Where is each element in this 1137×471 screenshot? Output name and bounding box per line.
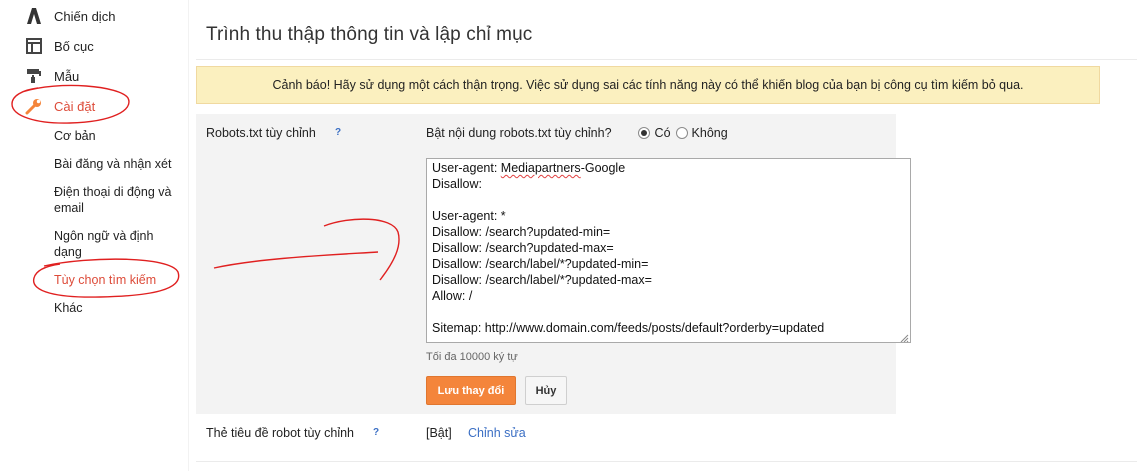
- robots-enable-row: Bật nội dung robots.txt tùy chỉnh? Có Kh…: [426, 126, 728, 140]
- radio-no-label[interactable]: Không: [692, 126, 728, 140]
- radio-yes[interactable]: [637, 127, 650, 139]
- robots-line: [432, 192, 905, 208]
- robots-line: Disallow: /search/label/*?updated-min=: [432, 257, 649, 271]
- save-button[interactable]: Lưu thay đổi: [426, 376, 516, 405]
- robot-header-help-icon[interactable]: ?: [373, 427, 379, 438]
- robot-header-edit-link[interactable]: Chỉnh sửa: [468, 426, 526, 440]
- warning-text: Cảnh báo! Hãy sử dụng một cách thận trọn…: [272, 78, 1024, 92]
- sidebar-divider: [188, 0, 189, 471]
- robots-line: [432, 304, 905, 320]
- sidebar-item-label: Mẫu: [54, 68, 80, 84]
- sidebar-item-label: Bố cục: [54, 38, 94, 54]
- sidebar-item-label: Cài đặt: [54, 98, 96, 114]
- max-chars-hint: Tối đa 10000 ký tự: [426, 351, 518, 363]
- robots-line: Disallow:: [432, 177, 483, 191]
- sidebar-subitem-other[interactable]: Khác: [54, 300, 83, 316]
- sidebar-item-campaign[interactable]: Chiến dịch: [0, 4, 180, 28]
- layout-icon: [25, 37, 43, 55]
- sidebar-subitem-mobile-email[interactable]: Điện thoại di động và email: [54, 184, 184, 216]
- sidebar-item-layout[interactable]: Bố cục: [0, 34, 180, 58]
- page-title: Trình thu thập thông tin và lập chỉ mục: [206, 24, 533, 45]
- cancel-button[interactable]: Hủy: [525, 376, 567, 405]
- sidebar-item-settings[interactable]: Cài đặt: [0, 94, 180, 118]
- robots-textarea[interactable]: User-agent: Mediapartners-Google Disallo…: [426, 158, 911, 343]
- robots-line: User-agent: *: [432, 209, 506, 223]
- bottom-divider: [196, 461, 1137, 462]
- robots-line: Allow: /: [432, 289, 473, 303]
- template-icon: [25, 67, 43, 85]
- robot-header-status: [Bật]: [426, 426, 452, 440]
- robots-line: Disallow: /search?updated-min=: [432, 225, 611, 239]
- robots-line-suffix: -Google: [580, 161, 626, 175]
- robots-line: Sitemap: http://www.domain.com/feeds/pos…: [432, 321, 825, 335]
- radio-yes-label[interactable]: Có: [655, 126, 671, 140]
- robots-line: Disallow: /search/label/*?updated-max=: [432, 273, 652, 287]
- robots-line: User-agent: Mediapartners-Google: [432, 160, 905, 176]
- robots-enable-question: Bật nội dung robots.txt tùy chỉnh?: [426, 126, 612, 140]
- sidebar-subitem-posts-comments[interactable]: Bài đăng và nhận xét: [54, 156, 171, 172]
- robot-header-label: Thẻ tiêu đề robot tùy chỉnh: [206, 426, 355, 440]
- sidebar-subitem-language-format[interactable]: Ngôn ngữ và định dạng: [54, 228, 166, 260]
- sidebar-subitem-search-preferences[interactable]: Tùy chọn tìm kiếm: [54, 272, 156, 288]
- campaign-icon: [25, 7, 43, 25]
- spellcheck-word: Mediapartners: [500, 161, 581, 175]
- sidebar-item-label: Chiến dịch: [54, 8, 116, 24]
- robots-line: Disallow: /search?updated-max=: [432, 241, 614, 255]
- robots-help-icon[interactable]: ?: [335, 127, 341, 138]
- radio-no[interactable]: [675, 127, 688, 139]
- resize-grip-icon[interactable]: [899, 331, 909, 342]
- sidebar-item-template[interactable]: Mẫu: [0, 64, 180, 88]
- robots-label: Robots.txt tùy chỉnh: [206, 126, 316, 140]
- robots-line-prefix: User-agent:: [432, 161, 501, 175]
- warning-banner: Cảnh báo! Hãy sử dụng một cách thận trọn…: [196, 66, 1100, 104]
- wrench-icon: [25, 97, 43, 115]
- sidebar: Chiến dịch Bố cục Mẫu Cài đặt Cơ bản Bài…: [0, 0, 188, 471]
- title-divider: [196, 59, 1137, 60]
- sidebar-subitem-basic[interactable]: Cơ bản: [54, 128, 96, 144]
